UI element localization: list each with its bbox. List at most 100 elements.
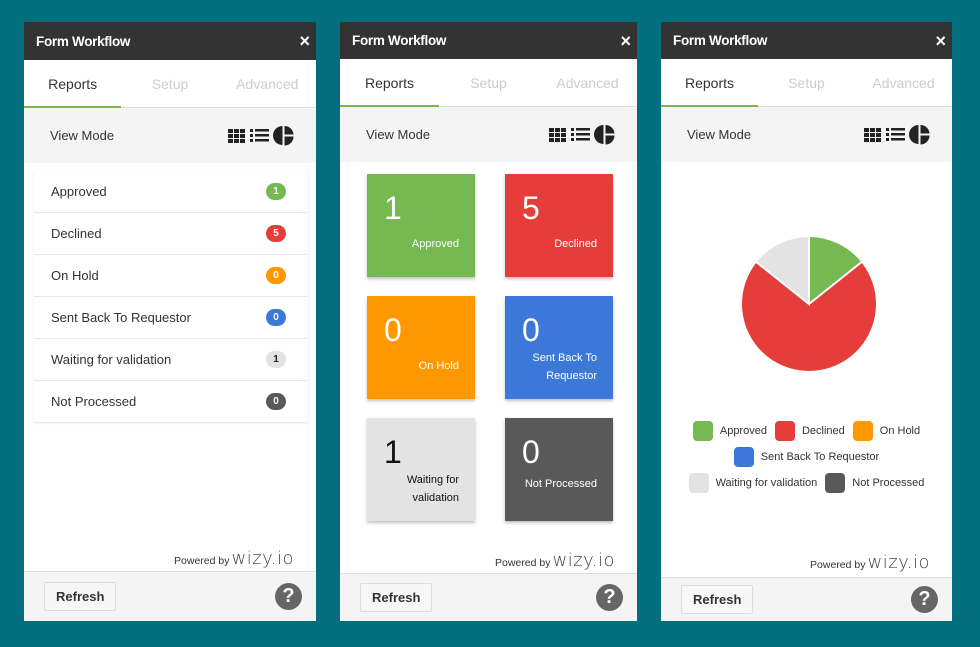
chart-legend: Approved Declined On Hold Sent Back To R… (661, 418, 952, 496)
tab-bar: Reports Setup Advanced (24, 60, 316, 108)
panel-title: Form Workflow (36, 33, 131, 49)
legend-label: On Hold (879, 425, 921, 437)
legend-item[interactable]: Not Processed (825, 473, 924, 493)
view-mode-bar: View Mode (24, 108, 316, 163)
legend-swatch (688, 473, 709, 493)
tab-advanced[interactable]: Advanced (219, 60, 316, 107)
list-icon[interactable] (886, 128, 905, 141)
refresh-button[interactable]: Refresh (681, 585, 754, 614)
tab-reports[interactable]: Reports (661, 59, 758, 107)
powered-by: Powered by wizy.io (495, 550, 615, 571)
list-item[interactable]: Waiting for validation 1 (34, 339, 308, 380)
count-badge: 0 (266, 309, 286, 326)
legend-item[interactable]: Sent Back To Requestor (733, 447, 880, 467)
tile-grid: 1 Approved 5 Declined 0 On Hold 0 Sent B… (340, 162, 637, 522)
status-label: Approved (51, 184, 107, 199)
pie-chart-icon[interactable] (909, 124, 930, 145)
tab-setup[interactable]: Setup (758, 59, 855, 106)
status-label: On Hold (51, 268, 99, 283)
legend-item[interactable]: Approved (692, 421, 767, 441)
status-list: Approved 1 Declined 5 On Hold 0 Sent Back T… (24, 163, 316, 422)
tile-count: 1 (384, 434, 402, 470)
panel-footer: Refresh ? (24, 571, 316, 621)
list-item[interactable]: On Hold 0 (34, 255, 308, 296)
count-badge: 1 (266, 351, 286, 368)
grid-icon[interactable] (549, 127, 567, 142)
list-item[interactable]: Approved 1 (34, 171, 308, 212)
list-item[interactable]: Declined 5 (34, 213, 308, 254)
legend-item[interactable]: Waiting for validation (688, 473, 817, 493)
tile-label: Not Processed (524, 478, 597, 490)
view-mode-label: View Mode (50, 128, 115, 143)
count-badge: 1 (266, 183, 286, 200)
legend-label: Sent Back To Requestor (760, 451, 880, 463)
tile-label: Declined (554, 238, 597, 250)
tile-label: Approved (411, 238, 459, 250)
powered-by-text: Powered by (495, 557, 551, 569)
status-tile[interactable]: 1 Approved (367, 174, 475, 277)
powered-by-text: Powered by (810, 559, 866, 571)
panel-header: Form Workflow × (24, 22, 316, 60)
tab-reports[interactable]: Reports (340, 59, 439, 107)
close-icon[interactable]: × (299, 32, 310, 50)
legend-label: Approved (719, 425, 767, 437)
legend-item[interactable]: Declined (774, 421, 845, 441)
status-tile[interactable]: 1 Waiting for validation (367, 418, 475, 521)
status-tile[interactable]: 0 Sent Back To Requestor (505, 296, 613, 399)
pie-chart-icon[interactable] (594, 124, 615, 145)
tile-label: Waiting for validation (406, 474, 459, 504)
list-item[interactable]: Not Processed 0 (34, 381, 308, 422)
list-icon[interactable] (250, 129, 269, 142)
status-tile[interactable]: 0 Not Processed (505, 418, 613, 521)
status-tile[interactable]: 5 Declined (505, 174, 613, 277)
wizy-logo: wizy.io (231, 548, 294, 569)
legend-item[interactable]: On Hold (852, 421, 921, 441)
panel-footer: Refresh ? (661, 577, 952, 621)
count-badge: 0 (266, 393, 286, 410)
count-badge: 0 (266, 267, 286, 284)
legend-swatch (733, 447, 754, 467)
tab-bar: Reports Setup Advanced (661, 59, 952, 107)
tab-setup[interactable]: Setup (439, 59, 538, 106)
refresh-button[interactable]: Refresh (44, 582, 117, 611)
tab-reports[interactable]: Reports (24, 60, 122, 108)
view-mode-bar: View Mode (661, 107, 952, 162)
legend-label: Declined (801, 425, 845, 437)
grid-icon[interactable] (228, 128, 246, 143)
legend-swatch (774, 421, 795, 441)
grid-icon[interactable] (864, 127, 882, 142)
wizy-logo: wizy.io (867, 552, 930, 573)
help-icon[interactable]: ? (275, 583, 302, 610)
legend-swatch (852, 421, 873, 441)
list-item[interactable]: Sent Back To Requestor 0 (34, 297, 308, 338)
form-workflow-panel-list: Form Workflow × Reports Setup Advanced V… (24, 22, 316, 621)
tab-advanced[interactable]: Advanced (538, 59, 637, 106)
close-icon[interactable]: × (935, 32, 946, 50)
close-icon[interactable]: × (620, 32, 631, 50)
status-tile[interactable]: 0 On Hold (367, 296, 475, 399)
help-icon[interactable]: ? (911, 586, 938, 613)
status-label: Declined (51, 226, 102, 241)
tab-bar: Reports Setup Advanced (340, 59, 637, 107)
panel-header: Form Workflow × (661, 22, 952, 59)
count-badge: 5 (266, 225, 286, 242)
panel-title: Form Workflow (673, 33, 768, 48)
tab-setup[interactable]: Setup (121, 60, 218, 107)
tile-count: 0 (522, 434, 540, 470)
list-icon[interactable] (571, 128, 590, 141)
powered-by: Powered by wizy.io (174, 548, 294, 569)
pie-chart-icon[interactable] (273, 125, 294, 146)
refresh-button[interactable]: Refresh (360, 583, 433, 612)
view-mode-bar: View Mode (340, 107, 637, 162)
legend-swatch (692, 421, 713, 441)
pie-chart-area: Approved Declined On Hold Sent Back To R… (661, 162, 952, 502)
tab-advanced[interactable]: Advanced (855, 59, 952, 106)
tile-count: 5 (522, 190, 540, 226)
panel-title: Form Workflow (352, 33, 447, 48)
help-icon[interactable]: ? (596, 584, 623, 611)
status-label: Not Processed (51, 394, 137, 409)
tile-label: Sent Back To Requestor (532, 352, 597, 382)
powered-by-text: Powered by (174, 555, 230, 567)
form-workflow-panel-tiles: Form Workflow × Reports Setup Advanced V… (340, 22, 637, 621)
tile-label: On Hold (418, 360, 459, 372)
